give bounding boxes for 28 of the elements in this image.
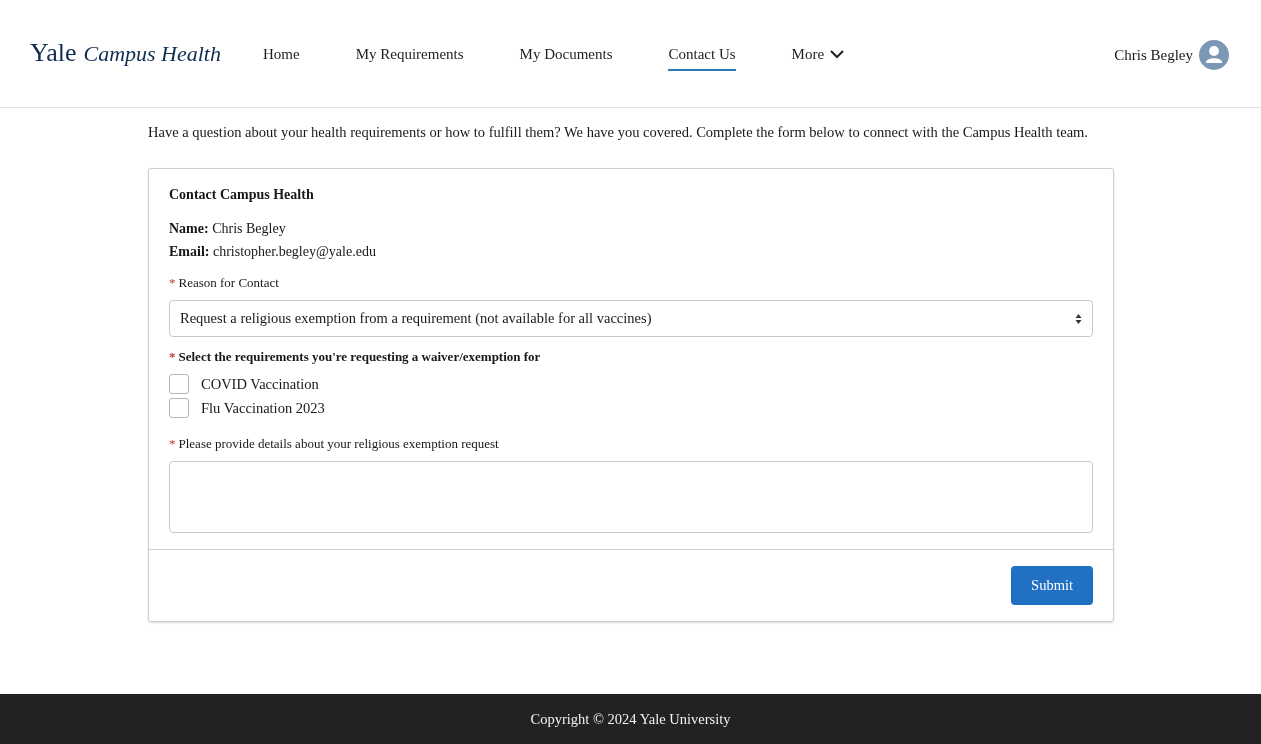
checkbox[interactable] [169, 398, 189, 418]
intro-text: Have a question about your health requirements or how to fulfill them? We have you covered. Complete the form below to connect with the Campus Health team. [148, 123, 1089, 142]
sort-arrows-icon [1075, 312, 1082, 325]
field-label: Please provide details about your religious exemption request [178, 436, 499, 451]
checkbox-label: Flu Vaccination 2023 [201, 399, 325, 417]
nav-link[interactable]: Contact Us [668, 46, 736, 71]
details-field[interactable] [169, 461, 1093, 533]
nav-link[interactable]: My Requirements [355, 46, 464, 71]
user-name[interactable]: Chris Begley [1114, 46, 1193, 64]
field-label: Reason for Contact [178, 275, 279, 290]
logo[interactable]: Yale Campus Health [30, 38, 221, 68]
nav-link[interactable]: More [791, 46, 845, 71]
info-line: Email: christopher.begley@yale.edu [169, 243, 377, 261]
avatar-icon[interactable] [1199, 40, 1229, 70]
form-title: Contact Campus Health [169, 187, 315, 203]
nav-link[interactable]: Home [263, 46, 300, 71]
required-mark: * [169, 436, 176, 451]
checkbox-label: COVID Vaccination [201, 375, 319, 393]
info-line: Name: Chris Begley [169, 220, 287, 238]
submit-button[interactable]: Submit [1011, 566, 1093, 605]
required-mark: * [169, 349, 176, 364]
chevron-down-icon [830, 50, 845, 59]
reason-select[interactable]: Request a religious exemption from a requirement (not available for all vaccines) [169, 300, 1093, 337]
checkbox[interactable] [169, 374, 189, 394]
field-label: Select the requirements you're requesting a waiver/exemption for [178, 349, 541, 364]
nav-link[interactable]: My Documents [519, 46, 613, 71]
copyright-text: Copyright © 2024 Yale University [530, 710, 731, 728]
required-mark: * [169, 275, 176, 290]
